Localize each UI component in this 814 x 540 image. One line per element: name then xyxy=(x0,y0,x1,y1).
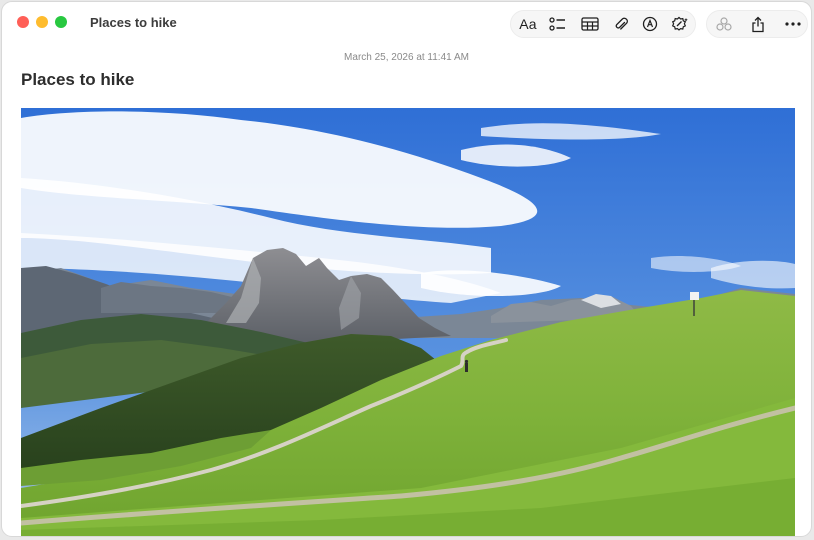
collaborate-icon xyxy=(716,17,732,31)
markup-button[interactable] xyxy=(636,11,664,37)
markup-pen-icon xyxy=(642,16,658,32)
format-toolbar-group: Aa xyxy=(510,10,696,38)
collaborate-button[interactable] xyxy=(710,11,738,37)
hiking-photo-attachment[interactable] xyxy=(21,108,795,536)
window-title: Places to hike xyxy=(90,15,177,30)
close-window-button[interactable] xyxy=(17,16,29,28)
share-icon xyxy=(752,16,764,32)
share-toolbar-group xyxy=(706,10,808,38)
table-button[interactable] xyxy=(576,11,604,37)
text-format-label: Aa xyxy=(519,16,537,32)
minimize-window-button[interactable] xyxy=(36,16,48,28)
note-title[interactable]: Places to hike xyxy=(21,70,134,90)
more-icon xyxy=(785,22,801,26)
attachment-button[interactable] xyxy=(607,11,635,37)
alpine-meadow-photo xyxy=(21,108,795,536)
paperclip-icon xyxy=(615,17,628,30)
checklist-icon xyxy=(549,17,565,31)
notes-window: Places to hike Aa March 25, 2026 at 11:4… xyxy=(1,1,812,537)
note-date: March 25, 2026 at 11:41 AM xyxy=(344,52,469,63)
text-format-button[interactable]: Aa xyxy=(514,11,542,37)
table-icon xyxy=(581,17,599,31)
writing-tools-icon xyxy=(671,16,688,31)
writing-tools-button[interactable] xyxy=(666,11,694,37)
title-bar: Places to hike Aa xyxy=(2,2,811,46)
share-button[interactable] xyxy=(744,11,772,37)
checklist-button[interactable] xyxy=(544,11,572,37)
more-button[interactable] xyxy=(779,11,807,37)
maximize-window-button[interactable] xyxy=(55,16,67,28)
